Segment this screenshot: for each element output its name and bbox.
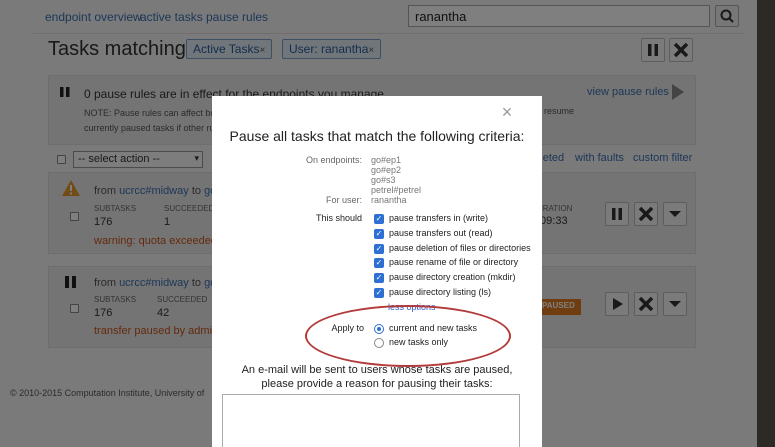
user-value: ranantha xyxy=(371,195,407,205)
email-notice-line: please provide a reason for pausing thei… xyxy=(261,378,493,390)
option-label: pause deletion of files or directories xyxy=(389,243,531,253)
option-label: pause directory creation (mkdir) xyxy=(389,272,516,282)
dialog-title: Pause all tasks that match the following… xyxy=(229,128,525,144)
checkbox-checked-icon[interactable]: ✓ xyxy=(374,214,384,224)
highlight-annotation xyxy=(305,305,511,367)
email-notice: An e-mail will be sent to users whose ta… xyxy=(212,363,542,391)
checkbox-checked-icon[interactable]: ✓ xyxy=(374,229,384,239)
close-icon[interactable]: × xyxy=(497,102,517,123)
checkbox-checked-icon[interactable]: ✓ xyxy=(374,288,384,298)
checkbox-checked-icon[interactable]: ✓ xyxy=(374,244,384,254)
option-label: pause transfers in (write) xyxy=(389,213,489,223)
endpoint-value: go#ep2 xyxy=(371,165,402,175)
user-label: For user: xyxy=(325,195,362,205)
pause-tasks-dialog: × Pause all tasks that match the followi… xyxy=(212,96,542,447)
checkbox-checked-icon[interactable]: ✓ xyxy=(374,273,384,283)
reason-textarea[interactable] xyxy=(222,394,520,447)
endpoint-value: go#ep1 xyxy=(371,155,402,165)
checkbox-checked-icon[interactable]: ✓ xyxy=(374,258,384,268)
endpoints-label: On endpoints: xyxy=(305,155,362,165)
option-label: pause transfers out (read) xyxy=(389,228,493,238)
should-label: This should xyxy=(315,213,362,223)
window-edge xyxy=(757,0,775,447)
endpoint-value: petrel#petrel xyxy=(371,185,422,195)
option-label: pause directory listing (ls) xyxy=(389,287,492,297)
endpoint-value: go#s3 xyxy=(371,175,396,185)
option-label: pause rename of file or directory xyxy=(389,257,519,267)
